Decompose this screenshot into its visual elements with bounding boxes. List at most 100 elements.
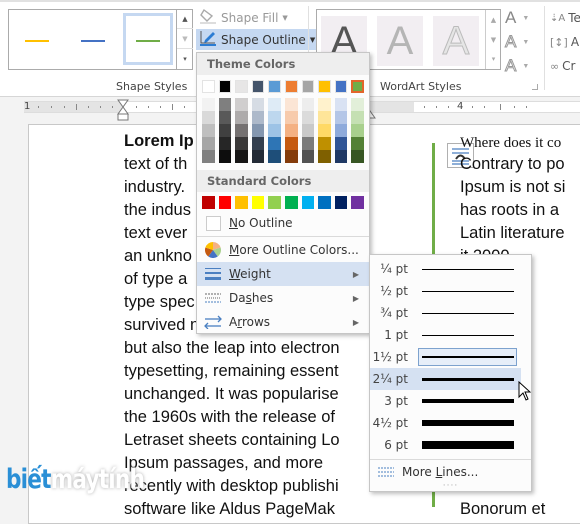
shade-swatch[interactable] <box>268 137 281 150</box>
gallery-item-blue-line[interactable] <box>68 13 118 65</box>
shade-swatch[interactable] <box>318 98 331 111</box>
text-fill-button[interactable]: A ▼ <box>505 6 545 30</box>
weight-option[interactable]: 3 pt <box>370 390 531 412</box>
wordart-scroll-down-icon[interactable]: ▼ <box>486 30 501 50</box>
shade-swatch[interactable] <box>268 124 281 137</box>
shade-swatch[interactable] <box>218 98 232 111</box>
standard-color-swatch[interactable] <box>218 196 232 209</box>
shade-swatch[interactable] <box>318 111 331 124</box>
shade-swatch[interactable] <box>351 150 364 163</box>
standard-color-swatch[interactable] <box>268 196 281 209</box>
shade-swatch[interactable] <box>235 111 248 124</box>
shape-fill-button[interactable]: Shape Fill ▼ <box>196 7 291 28</box>
standard-color-swatch[interactable] <box>301 196 315 209</box>
shade-swatch[interactable] <box>301 98 315 111</box>
wordart-item-outline[interactable]: A <box>433 16 479 66</box>
theme-color-swatch[interactable] <box>218 80 232 93</box>
shade-swatch[interactable] <box>334 98 348 111</box>
shade-swatch[interactable] <box>218 150 232 163</box>
dashes-item[interactable]: Dashes ▶ <box>197 286 369 310</box>
shade-swatch[interactable] <box>251 98 265 111</box>
shade-swatch[interactable] <box>334 111 348 124</box>
shade-swatch[interactable] <box>202 98 215 111</box>
wordart-scroll-up-icon[interactable]: ▲ <box>486 10 501 30</box>
theme-color-swatch[interactable] <box>351 80 365 93</box>
more-lines-item[interactable]: More Lines... <box>370 459 531 483</box>
shade-swatch[interactable] <box>251 150 265 163</box>
weight-option[interactable]: 4½ pt <box>370 412 531 434</box>
theme-color-swatch[interactable] <box>301 80 315 93</box>
standard-color-swatch[interactable] <box>251 196 265 209</box>
gallery-item-gold-line[interactable] <box>12 13 62 65</box>
no-outline-item[interactable]: No Outline <box>197 211 369 235</box>
shade-swatch[interactable] <box>351 137 364 150</box>
indent-marker[interactable] <box>117 99 129 125</box>
shape-outline-button[interactable]: Shape Outline ▼ <box>196 29 319 50</box>
weight-option[interactable]: 1½ pt <box>370 346 531 368</box>
shade-swatch[interactable] <box>202 150 215 163</box>
shade-swatch[interactable] <box>268 111 281 124</box>
shade-swatch[interactable] <box>301 150 315 163</box>
shade-swatch[interactable] <box>351 124 364 137</box>
standard-color-swatch[interactable] <box>202 196 215 209</box>
shade-swatch[interactable] <box>268 150 281 163</box>
more-outline-colors-item[interactable]: More Outline Colors... <box>197 238 369 262</box>
shade-swatch[interactable] <box>235 98 248 111</box>
shade-swatch[interactable] <box>202 137 215 150</box>
shade-swatch[interactable] <box>218 124 232 137</box>
shade-swatch[interactable] <box>235 137 248 150</box>
arrows-item[interactable]: Arrows ▶ <box>197 310 369 334</box>
theme-color-swatch[interactable] <box>334 80 348 93</box>
align-text-button[interactable]: [↕]Al <box>550 30 580 54</box>
gallery-more-icon[interactable]: ▾ <box>177 49 193 69</box>
gallery-scroll-down-icon[interactable]: ▼ <box>177 29 193 49</box>
standard-color-swatch[interactable] <box>235 196 248 209</box>
weight-item[interactable]: Weight ▶ <box>197 262 369 286</box>
wordart-item-gray[interactable]: A <box>377 16 423 66</box>
shade-swatch[interactable] <box>251 124 265 137</box>
resize-grip-icon[interactable]: ···· <box>370 482 531 491</box>
text-outline-button[interactable]: A ▼ <box>504 30 545 54</box>
theme-color-swatch[interactable] <box>268 80 281 93</box>
weight-option[interactable]: 6 pt <box>370 434 531 456</box>
weight-option[interactable]: ¾ pt <box>370 302 531 324</box>
shape-styles-gallery[interactable] <box>8 9 193 70</box>
shade-swatch[interactable] <box>284 111 298 124</box>
shade-swatch[interactable] <box>318 137 331 150</box>
shade-swatch[interactable] <box>284 150 298 163</box>
shade-swatch[interactable] <box>284 124 298 137</box>
shade-swatch[interactable] <box>284 98 298 111</box>
wordart-dialog-launcher-icon[interactable] <box>532 84 538 90</box>
shade-swatch[interactable] <box>301 124 315 137</box>
shade-swatch[interactable] <box>334 124 348 137</box>
shade-swatch[interactable] <box>351 111 364 124</box>
gallery-item-green-line[interactable] <box>123 13 173 65</box>
wordart-more-icon[interactable]: ▾ <box>486 50 501 69</box>
shade-swatch[interactable] <box>318 124 331 137</box>
shade-swatch[interactable] <box>301 111 315 124</box>
shade-swatch[interactable] <box>235 150 248 163</box>
shade-swatch[interactable] <box>202 111 215 124</box>
create-link-button[interactable]: ∞ Cr <box>550 54 580 78</box>
shade-swatch[interactable] <box>334 150 348 163</box>
gallery-scrollbar[interactable]: ▲ ▼ ▾ <box>176 9 193 70</box>
standard-color-swatch[interactable] <box>351 196 364 209</box>
standard-color-swatch[interactable] <box>284 196 298 209</box>
shade-swatch[interactable] <box>334 137 348 150</box>
weight-option[interactable]: 2¼ pt <box>370 368 521 390</box>
theme-color-swatch[interactable] <box>251 80 265 93</box>
shade-swatch[interactable] <box>251 137 265 150</box>
theme-color-swatch[interactable] <box>284 80 298 93</box>
shade-swatch[interactable] <box>284 137 298 150</box>
wordart-scrollbar[interactable]: ▲ ▼ ▾ <box>485 10 501 69</box>
shade-swatch[interactable] <box>218 111 232 124</box>
standard-color-swatch[interactable] <box>334 196 348 209</box>
standard-color-swatch[interactable] <box>318 196 331 209</box>
text-effects-button[interactable]: A ▼ <box>504 54 545 78</box>
theme-color-swatch[interactable] <box>235 80 248 93</box>
gallery-scroll-up-icon[interactable]: ▲ <box>177 9 193 29</box>
text-direction-button[interactable]: ⇣A Te <box>550 6 580 30</box>
theme-color-swatch[interactable] <box>202 80 215 93</box>
weight-option[interactable]: ¼ pt <box>370 258 531 280</box>
shade-swatch[interactable] <box>218 137 232 150</box>
